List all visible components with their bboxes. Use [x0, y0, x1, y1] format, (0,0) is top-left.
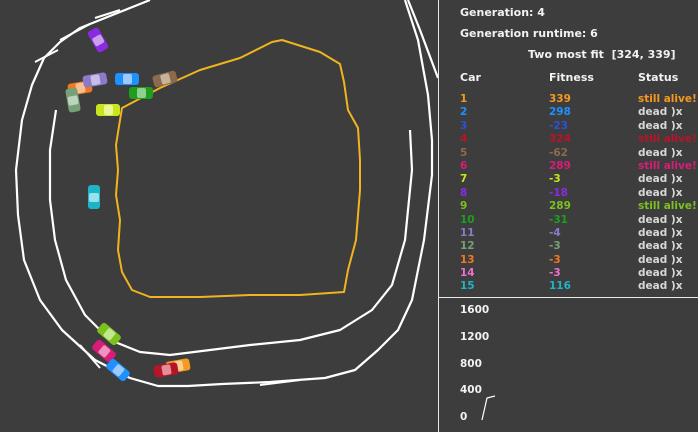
table-row: 4 324 still alive!	[439, 133, 698, 146]
table-row: 9 289 still alive!	[439, 200, 698, 213]
generation-value: 4	[537, 6, 545, 19]
car-number: 15	[460, 280, 475, 293]
runtime-label: Generation runtime:	[460, 27, 587, 40]
car-number: 13	[460, 253, 475, 266]
most-fit-label: Two most fit	[528, 48, 604, 61]
car-fitness: -23	[549, 119, 568, 132]
car-status: still alive!	[638, 200, 697, 213]
car-status: dead )x	[638, 280, 683, 293]
table-row: 14 -3 dead )x	[439, 267, 698, 280]
car-fitness: 324	[549, 133, 571, 146]
car-15	[88, 185, 100, 209]
car-fitness: -3	[549, 173, 561, 186]
car-number: 2	[460, 106, 468, 119]
table-row: 12 -3 dead )x	[439, 240, 698, 253]
car-status: dead )x	[638, 253, 683, 266]
car-fitness: 289	[549, 200, 571, 213]
car-fitness: -4	[549, 226, 561, 239]
car-status: dead )x	[638, 213, 683, 226]
car-fitness: 339	[549, 93, 571, 105]
table-row: 13 -3 dead )x	[439, 254, 698, 267]
car-number: 10	[460, 213, 475, 226]
car-7	[96, 104, 120, 116]
car-fitness: -62	[549, 146, 568, 159]
car-fitness: -31	[549, 213, 568, 226]
car-fitness: 116	[549, 280, 571, 293]
car-status: dead )x	[638, 173, 683, 186]
car-fitness: 298	[549, 106, 571, 119]
car-number: 9	[460, 200, 468, 213]
table-row: 3 -23 dead )x	[439, 120, 698, 133]
table-row: 15 116 dead )x	[439, 280, 698, 293]
most-fit-line: Two most fit [324, 339]	[528, 48, 676, 61]
car-10	[129, 87, 153, 99]
car-status: dead )x	[638, 146, 683, 159]
car-status: dead )x	[638, 226, 683, 239]
car-status: dead )x	[638, 106, 683, 119]
track-outer-wall	[14, 0, 438, 388]
car-status: still alive!	[638, 93, 697, 105]
car-number: 1	[460, 93, 468, 105]
table-row: 11 -4 dead )x	[439, 227, 698, 240]
car-table: 1 339 still alive! 2 298 dead )x 3 -23 dead )x 4 3…	[439, 93, 698, 294]
car-fitness: -3	[549, 253, 561, 266]
car-number: 14	[460, 267, 475, 280]
car-number: 6	[460, 159, 468, 172]
table-row: 7 -3 dead )x	[439, 173, 698, 186]
stats-panel: Generation: 4 Generation runtime: 6 Two …	[438, 0, 698, 432]
table-row: 5 -62 dead )x	[439, 147, 698, 160]
table-row: 2 298 dead )x	[439, 106, 698, 119]
table-row: 1 339 still alive!	[439, 93, 698, 106]
car-status: dead )x	[638, 240, 683, 253]
car-number: 3	[460, 119, 468, 132]
car-number: 8	[460, 186, 468, 199]
car-fitness: -3	[549, 267, 561, 280]
car-number: 5	[460, 146, 468, 159]
table-row: 8 -18 dead )x	[439, 187, 698, 200]
track-inner-wall	[48, 109, 414, 357]
car-status: still alive!	[638, 133, 697, 146]
most-fit-value: [324, 339]	[611, 48, 676, 61]
runtime-line: Generation runtime: 6	[460, 27, 598, 40]
car-status: dead )x	[638, 267, 683, 280]
car-number: 7	[460, 173, 468, 186]
car-2	[115, 73, 139, 85]
car-4	[153, 362, 179, 378]
car-fitness: -3	[549, 240, 561, 253]
car-status: dead )x	[638, 119, 683, 132]
col-header-car: Car	[460, 71, 481, 84]
car-number: 4	[460, 133, 468, 146]
fitness-graph-line	[481, 395, 496, 421]
table-row: 10 -31 dead )x	[439, 214, 698, 227]
car-status: dead )x	[638, 186, 683, 199]
car-number: 12	[460, 240, 475, 253]
car-fitness: -18	[549, 186, 568, 199]
runtime-value: 6	[590, 27, 598, 40]
col-header-fitness: Fitness	[549, 71, 594, 84]
generation-line: Generation: 4	[460, 6, 545, 19]
table-row: 6 289 still alive!	[439, 160, 698, 173]
generation-label: Generation:	[460, 6, 534, 19]
col-header-status: Status	[638, 71, 679, 84]
car-fitness: 289	[549, 159, 571, 172]
car-8	[87, 27, 109, 53]
car-11	[82, 72, 108, 88]
fitness-graph: 1600 1200 800 400 0	[439, 298, 698, 432]
track-canvas	[14, 0, 438, 388]
car-status: still alive!	[638, 159, 697, 172]
car-number: 11	[460, 226, 475, 239]
